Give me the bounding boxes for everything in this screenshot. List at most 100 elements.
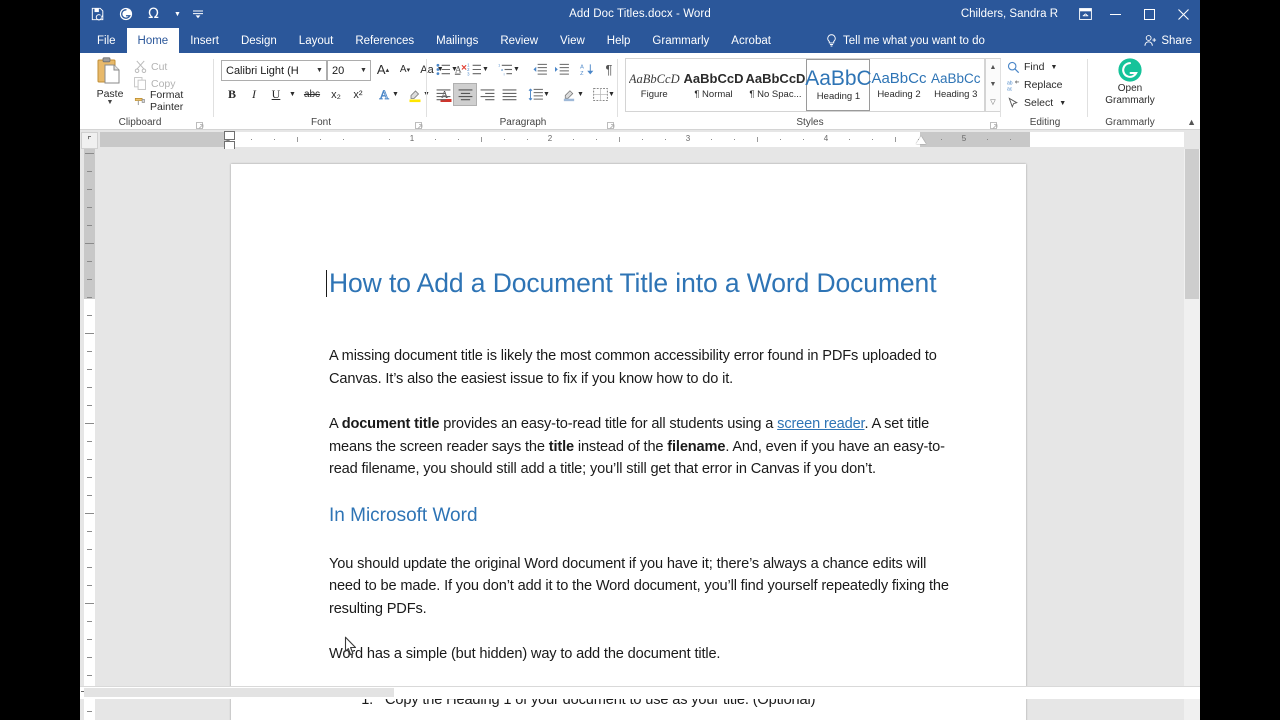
select-dropdown-icon[interactable]: ▼ [1059,100,1066,107]
underline-dropdown-icon[interactable]: ▼ [287,84,298,105]
tab-layout[interactable]: Layout [288,28,345,53]
tab-stop-selector[interactable]: ⌜ [81,132,98,149]
tab-grammarly[interactable]: Grammarly [641,28,720,53]
multilevel-dropdown-icon[interactable]: ▼ [511,59,522,80]
subscript-button[interactable]: x₂ [325,84,347,105]
document-paragraph-2[interactable]: A document title provides an easy-to-rea… [329,413,959,481]
align-left-button[interactable] [432,84,454,105]
bold-button[interactable]: B [221,84,243,105]
tab-help[interactable]: Help [596,28,642,53]
increase-indent-button[interactable] [550,59,572,80]
tab-view[interactable]: View [549,28,596,53]
style-heading-2[interactable]: AaBbCc Heading 2 [870,59,927,111]
paste-button[interactable]: Paste ▼ [88,57,132,111]
style-label: Figure [640,89,668,100]
first-line-indent-marker[interactable] [224,131,235,140]
paragraph-dialog-launcher[interactable] [607,118,616,129]
styles-dialog-launcher[interactable] [990,118,999,129]
align-left-icon [436,88,450,100]
find-button[interactable]: Find ▼ [1007,58,1057,76]
close-button[interactable] [1166,0,1200,28]
style-figure[interactable]: AaBbCcD Figure [626,59,683,111]
line-spacing-dropdown-icon[interactable]: ▼ [541,84,552,105]
styles-scroll-up-icon[interactable]: ▲ [986,59,1000,76]
shading-dropdown-icon[interactable]: ▼ [575,84,586,105]
tab-mailings[interactable]: Mailings [425,28,489,53]
paste-dropdown-icon[interactable]: ▼ [107,99,114,106]
decrease-indent-button[interactable] [528,59,550,80]
minimize-button[interactable] [1098,0,1132,28]
document-paragraph-4[interactable]: Word has a simple (but hidden) way to ad… [329,643,959,666]
clipboard-dialog-launcher[interactable] [196,118,205,129]
ribbon-display-options-icon[interactable] [1072,0,1098,28]
p2-seg4: instead of the [573,438,668,455]
align-center-button[interactable] [453,83,477,106]
maximize-restore-button[interactable] [1132,0,1166,28]
justify-button[interactable] [498,84,520,105]
right-indent-marker[interactable] [916,136,926,144]
replace-button[interactable]: ab ac Replace [1007,76,1063,94]
tab-acrobat[interactable]: Acrobat [720,28,782,53]
align-right-button[interactable] [476,84,498,105]
text-effects-dropdown-icon[interactable]: ▼ [390,84,401,105]
numbering-dropdown-icon[interactable]: ▼ [480,59,491,80]
tab-review[interactable]: Review [489,28,549,53]
style-preview: AaBbCcD [745,71,806,86]
style-label: ¶ No Spac... [749,89,802,100]
underline-button[interactable]: U [265,84,287,105]
screen-reader-link[interactable]: screen reader [777,416,864,432]
tab-design[interactable]: Design [230,28,288,53]
cut-label: Cut [151,60,168,73]
sort-icon: A Z [580,64,593,76]
horizontal-ruler[interactable]: 1 1 2 3 4 5 [100,131,1184,150]
document-heading-2[interactable]: In Microsoft Word [329,504,959,527]
style-heading-1[interactable]: AaBbC Heading 1 [805,59,872,111]
style-heading-3[interactable]: AaBbCc Heading 3 [927,59,984,111]
tab-file[interactable]: File [86,28,127,53]
document-body[interactable]: How to Add a Document Title into a Word … [326,268,959,711]
cut-button[interactable]: Cut [134,58,167,75]
format-painter-button[interactable]: Format Painter [134,89,214,113]
select-label: Select [1024,97,1054,109]
italic-button[interactable]: I [243,84,265,105]
screen: Ω ▼ Add Doc Titles.docx - Word Childers,… [0,0,1280,720]
styles-more-icon[interactable]: ▽ [986,93,1000,110]
borders-dropdown-icon[interactable]: ▼ [606,84,617,105]
bullets-dropdown-icon[interactable]: ▼ [449,59,460,80]
document-heading-1[interactable]: How to Add a Document Title into a Word … [326,268,959,298]
styles-scroll-buttons: ▲ ▼ ▽ [985,58,1001,112]
document-paragraph-3[interactable]: You should update the original Word docu… [329,553,959,621]
superscript-button[interactable]: x² [347,84,369,105]
open-grammarly-button[interactable]: Open Grammarly [1098,57,1162,113]
collapse-ribbon-icon[interactable]: ▲ [1187,117,1196,127]
style-label: Heading 1 [816,91,861,102]
chevron-down-icon[interactable]: ▼ [313,67,326,74]
select-button[interactable]: Select ▼ [1007,94,1066,112]
font-name-combo[interactable]: Calibri Light (H ▼ [221,60,327,81]
styles-gallery: AaBbCcD Figure AaBbCcD ¶ Normal AaBbCcD … [625,58,985,112]
find-dropdown-icon[interactable]: ▼ [1050,64,1057,71]
account-name[interactable]: Childers, Sandra R [961,8,1058,20]
grow-font-button[interactable]: A ▴ [372,59,394,80]
sort-button[interactable]: A Z [576,59,598,80]
vertical-ruler[interactable] [80,149,99,720]
style-normal[interactable]: AaBbCcD ¶ Normal [683,59,745,111]
tab-home[interactable]: Home [126,28,180,53]
share-button[interactable]: Share [1144,28,1192,53]
vertical-scrollbar[interactable] [1184,149,1200,720]
strikethrough-button[interactable]: abc [301,84,323,105]
document-paragraph-1[interactable]: A missing document title is likely the m… [329,345,959,390]
styles-scroll-down-icon[interactable]: ▼ [986,76,1000,93]
shrink-font-button[interactable]: A ▾ [394,59,416,80]
chevron-down-icon[interactable]: ▼ [357,67,370,74]
font-size-combo[interactable]: 20 ▼ [327,60,371,81]
style-label: Heading 3 [934,89,978,100]
scrollbar-thumb[interactable] [1185,149,1199,299]
style-no-spacing[interactable]: AaBbCcD ¶ No Spac... [744,59,806,111]
tell-me-search[interactable]: Tell me what you want to do [825,28,985,53]
tab-insert[interactable]: Insert [179,28,230,53]
tab-references[interactable]: References [344,28,425,53]
underline-label: U [271,87,281,101]
ribbon-tab-bar: File Home Insert Design Layout Reference… [80,28,1200,53]
font-dialog-launcher[interactable] [415,118,424,129]
